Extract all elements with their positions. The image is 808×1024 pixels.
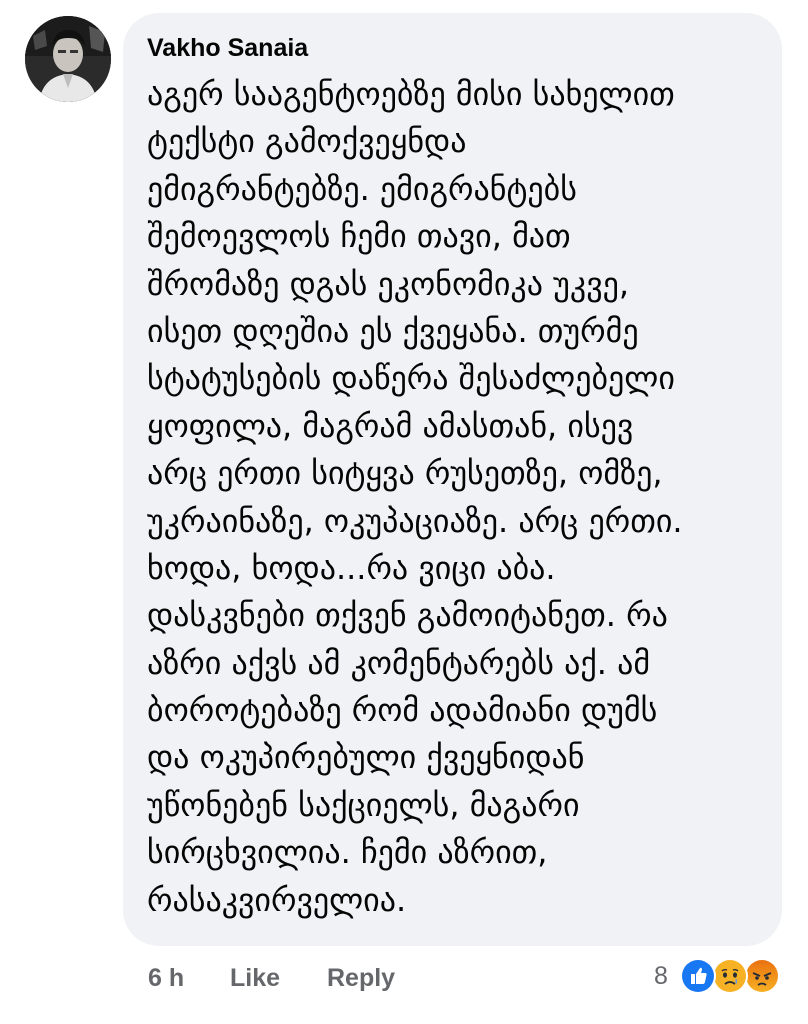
angry-reaction-icon: [744, 958, 780, 994]
comment-text-line: დასკვნები თქვენ გამოიტანეთ. რა: [147, 596, 668, 635]
comment-text-line: ტექსტი გამოქვეყნდა: [147, 122, 467, 161]
author-avatar[interactable]: [25, 16, 111, 102]
comment-bubble: Vakho Sanaia აგერ სააგენტოებზე მისი სახე…: [123, 13, 782, 946]
comment-text-line: რასაკვირველია.: [147, 880, 407, 919]
comment-text-line: ბოროტებაზე რომ ადამიანი დუმს: [147, 691, 658, 730]
sad-reaction-icon: [712, 958, 748, 994]
comment-text-line: არც ერთი სიტყვა რუსეთზე, ომზე,: [147, 454, 663, 493]
comment-text-line: შრომაზე დგას ეკონომიკა უკვე,: [147, 264, 630, 303]
comment-text-line: აზრი აქვს ამ კომენტარებს აქ. ამ: [147, 643, 651, 682]
comment-text-line: აგერ სააგენტოებზე მისი სახელით: [147, 75, 675, 113]
reaction-count: 8: [654, 962, 668, 990]
comment-text-line: ისეთ დღეშია ეს ქვეყანა. თურმე: [147, 311, 639, 350]
avatar-photo: [25, 16, 111, 102]
like-button[interactable]: Like: [230, 960, 280, 996]
comment-text-line: სირცხვილია. ჩემი აზრით,: [147, 833, 548, 872]
comment-text-line: სტატუსების დაწერა შესაძლებელი: [147, 359, 675, 398]
comment-text-line: ხოდა, ხოდა...რა ვიცი აბა.: [147, 548, 556, 587]
comment-text-line: უკრაინაზე, ოკუპაციაზე. არც ერთი.: [147, 501, 683, 540]
reply-button[interactable]: Reply: [327, 960, 395, 996]
comment-text: აგერ სააგენტოებზე მისი სახელით ტექსტი გა…: [147, 71, 767, 924]
comment-text-line: ყოფილა, მაგრამ ამასთან, ისევ: [147, 406, 634, 445]
comment-text-line: უწონებენ საქციელს, მაგარი: [147, 785, 580, 824]
comment-text-line: შემოევლოს ჩემი თავი, მათ: [147, 217, 571, 256]
comment-text-line: ემიგრანტებზე. ემიგრანტებს: [147, 169, 577, 208]
comment-author-name[interactable]: Vakho Sanaia: [147, 33, 308, 63]
comment-text-line: და ოკუპირებული ქვეყნიდან: [147, 738, 585, 777]
like-reaction-icon: [680, 958, 716, 994]
comment-timestamp[interactable]: 6 h: [148, 960, 184, 996]
